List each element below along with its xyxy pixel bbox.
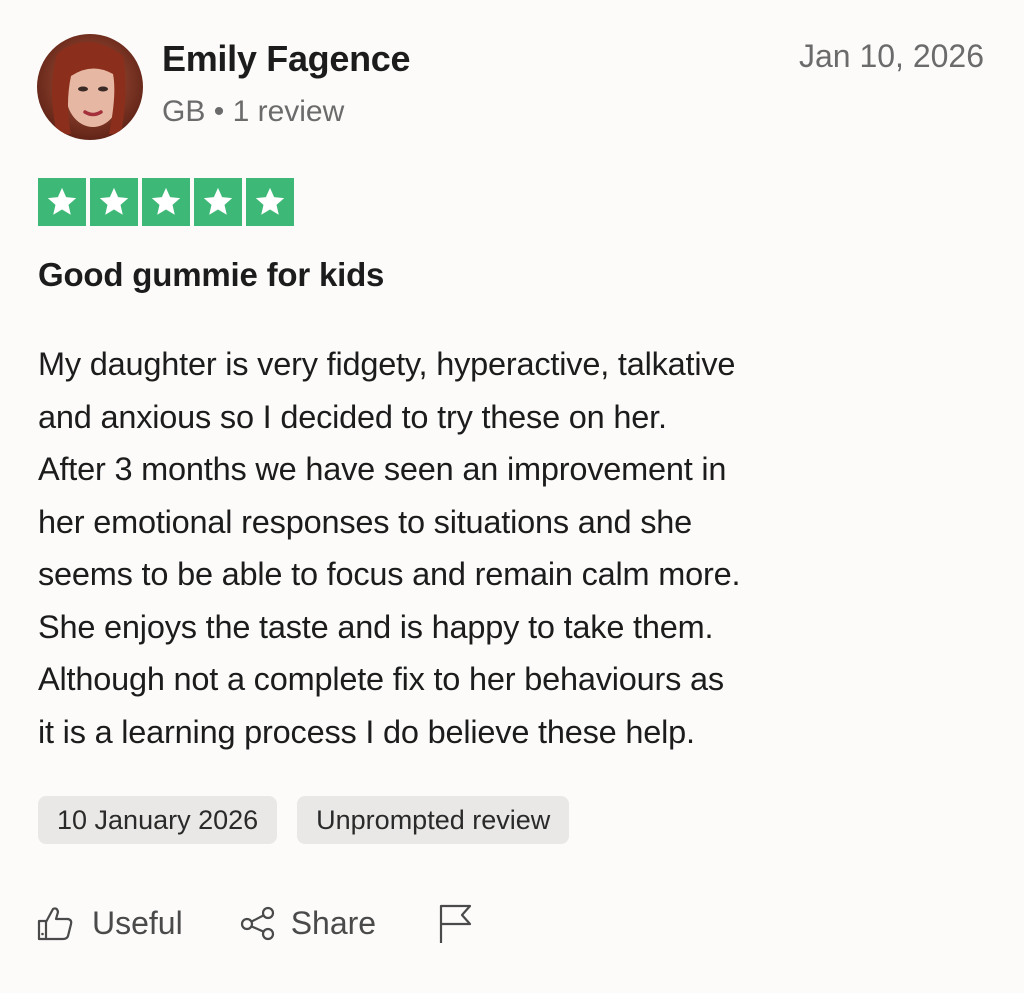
star-icon: [194, 178, 242, 226]
review-card: Emily Fagence GB • 1 review Jan 10, 2026…: [0, 0, 1024, 993]
date-of-experience-badge: 10 January 2026: [38, 796, 278, 844]
review-body-line: her emotional responses to situations an…: [38, 503, 693, 540]
useful-button[interactable]: Useful: [36, 904, 183, 942]
review-actions: Useful Share: [36, 898, 476, 948]
star-icon: [90, 178, 138, 226]
review-body-line: and anxious so I decided to try these on…: [38, 398, 667, 435]
review-date: Jan 10, 2026: [798, 38, 984, 74]
reviewer-name[interactable]: Emily Fagence: [162, 38, 411, 80]
star-icon: [142, 178, 190, 226]
review-body-line: After 3 months we have seen an improveme…: [38, 451, 727, 487]
review-body: My daughter is very fidgety, hyperactive…: [38, 338, 938, 758]
unprompted-review-badge[interactable]: Unprompted review: [297, 796, 570, 844]
review-body-line: My daughter is very fidgety, hyperactive…: [38, 346, 736, 382]
star-icon: [38, 178, 86, 226]
star-icon: [246, 178, 294, 226]
review-body-line: it is a learning process I do believe th…: [38, 713, 695, 750]
reviewer-country: GB: [162, 95, 206, 128]
review-body-line: seems to be able to focus and remain cal…: [38, 556, 741, 592]
flag-icon: [436, 902, 476, 944]
share-button[interactable]: Share: [239, 904, 376, 942]
share-icon: [239, 904, 277, 942]
avatar-image: [37, 34, 143, 140]
share-label: Share: [290, 904, 377, 941]
thumbs-up-icon: [36, 904, 74, 942]
useful-label: Useful: [92, 904, 183, 941]
star-rating: [38, 178, 294, 226]
report-button[interactable]: [436, 902, 476, 944]
reviewer-meta: GB • 1 review: [162, 95, 344, 129]
avatar[interactable]: [37, 34, 143, 140]
review-body-line: She enjoys the taste and is happy to tak…: [38, 608, 714, 645]
review-body-line: Although not a complete fix to her behav…: [38, 661, 724, 697]
review-badges: 10 January 2026 Unprompted review: [38, 796, 570, 844]
review-title[interactable]: Good gummie for kids: [38, 256, 384, 294]
reviewer-review-count: 1 review: [232, 95, 345, 128]
meta-separator: •: [213, 95, 225, 128]
